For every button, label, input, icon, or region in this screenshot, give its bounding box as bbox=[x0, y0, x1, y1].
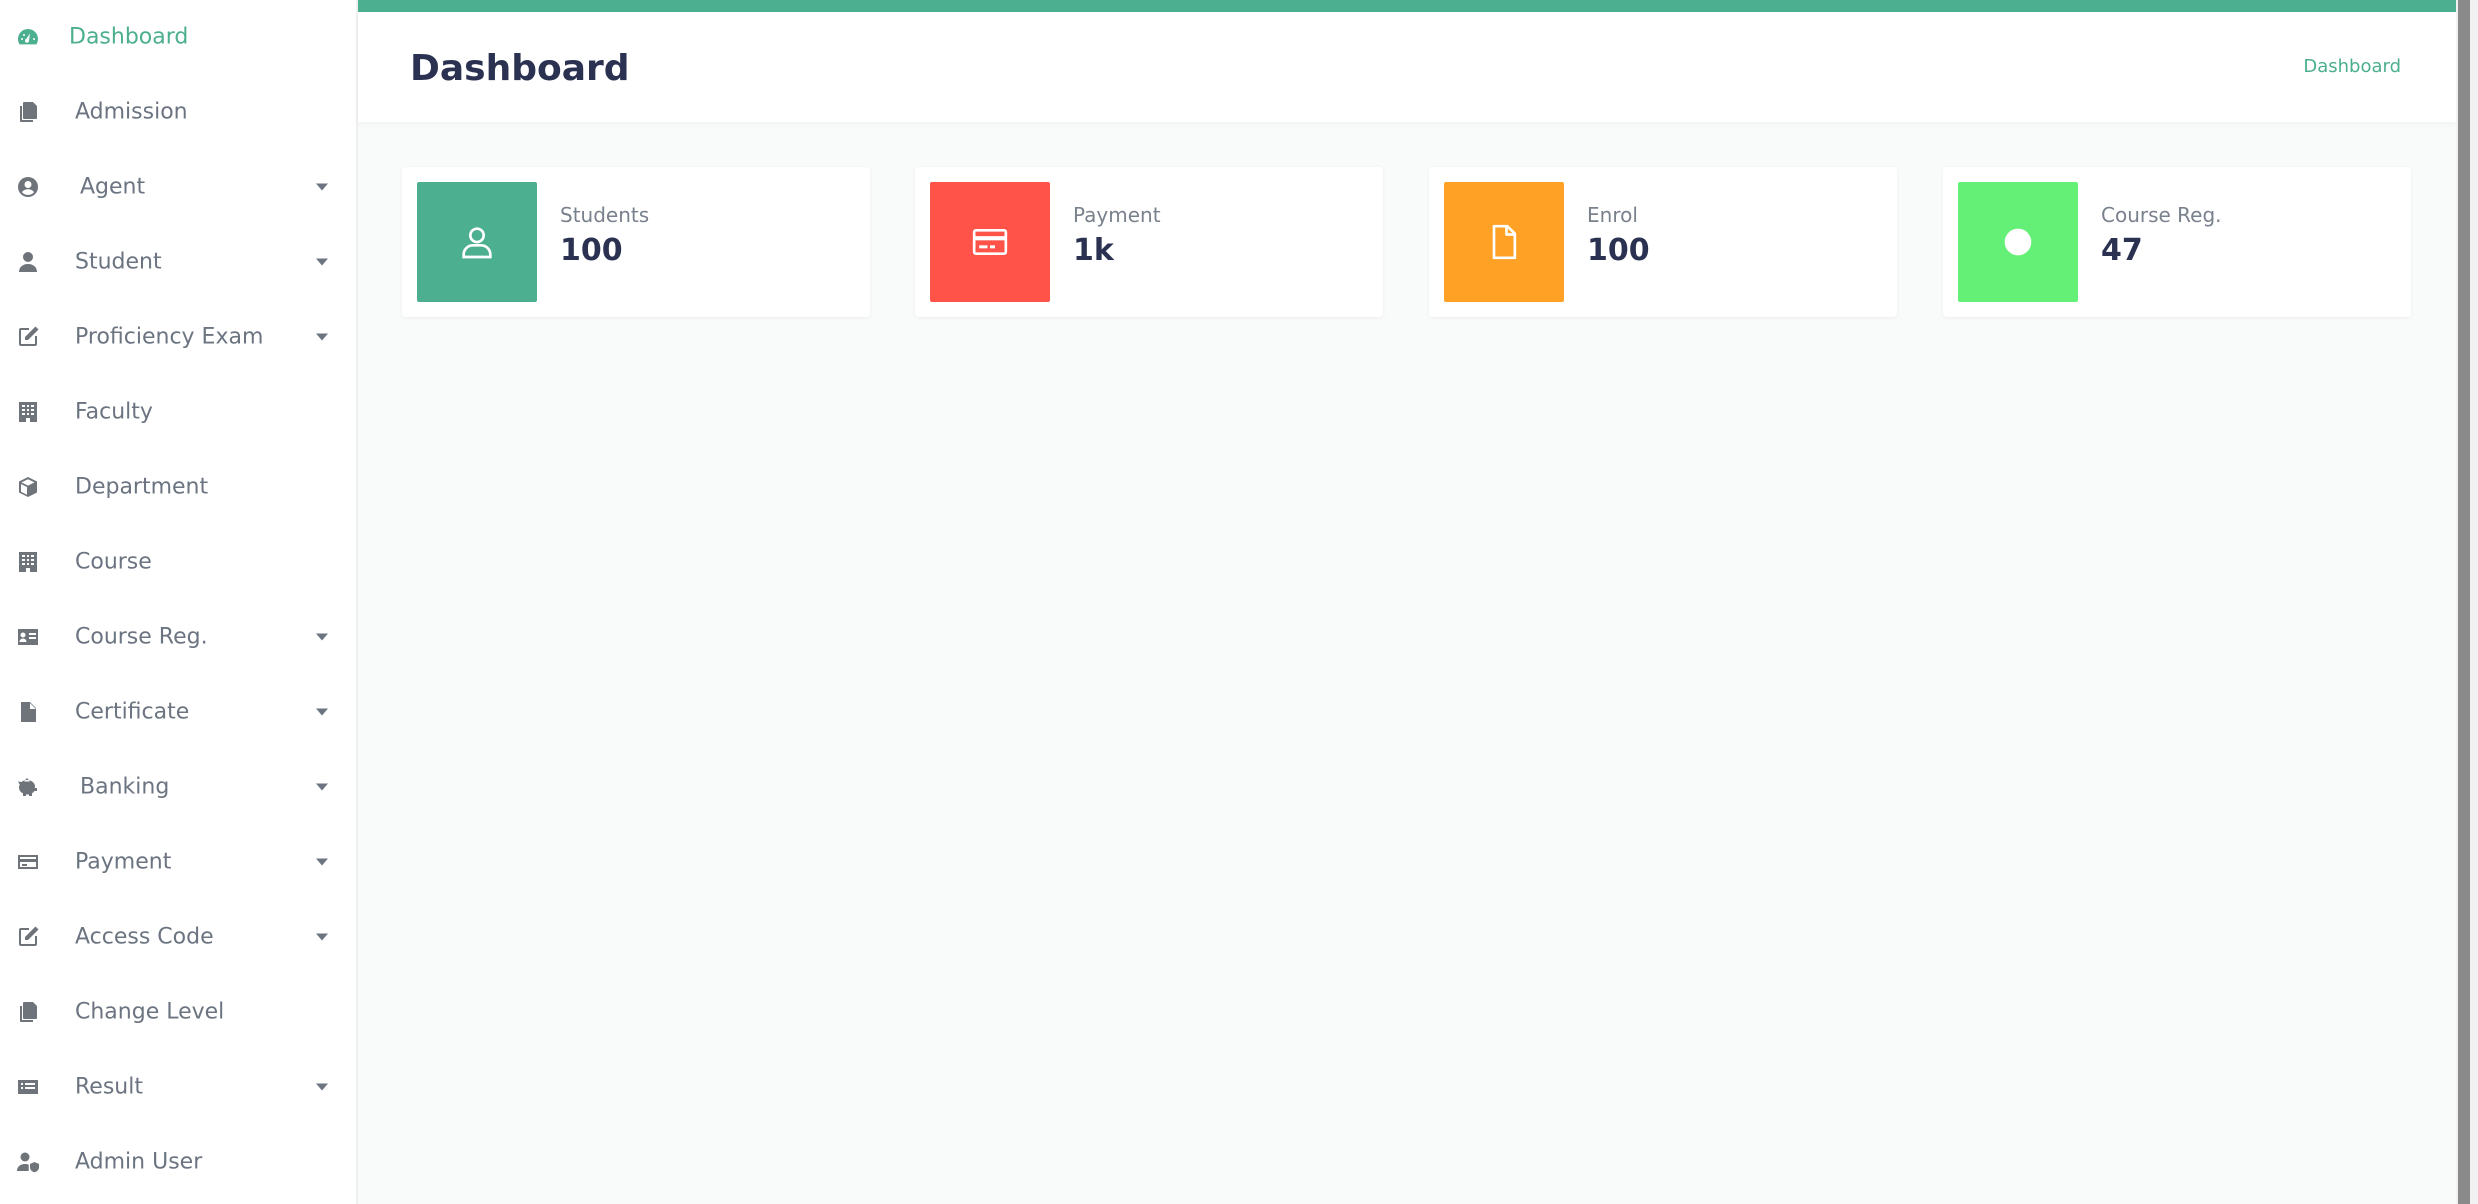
card-label: Course Reg. bbox=[2101, 203, 2222, 227]
sidebar: Dashboard Admission Agent Student Profic… bbox=[0, 0, 358, 1204]
card-icon-box bbox=[1958, 182, 2078, 302]
user-icon bbox=[14, 248, 42, 276]
sidebar-item-course[interactable]: Course bbox=[0, 525, 358, 599]
sidebar-item-course-reg[interactable]: Course Reg. bbox=[0, 600, 358, 674]
sidebar-item-label: Certificate bbox=[75, 699, 190, 725]
sidebar-item-label: Course bbox=[75, 549, 152, 575]
building-icon bbox=[14, 398, 42, 426]
caret-down-icon bbox=[316, 933, 328, 941]
sidebar-item-access-code[interactable]: Access Code bbox=[0, 900, 358, 974]
sidebar-item-proficiency-exam[interactable]: Proficiency Exam bbox=[0, 300, 358, 374]
card-label: Students bbox=[560, 203, 650, 227]
card-icon-box bbox=[417, 182, 537, 302]
card-value: 100 bbox=[560, 233, 623, 268]
copy-icon bbox=[14, 998, 42, 1026]
top-accent-bar bbox=[358, 0, 2456, 12]
id-card-icon bbox=[14, 623, 42, 651]
caret-down-icon bbox=[316, 333, 328, 341]
sidebar-item-department[interactable]: Department bbox=[0, 450, 358, 524]
card-icon-box bbox=[930, 182, 1050, 302]
stat-card-students[interactable]: Students 100 bbox=[402, 167, 870, 317]
list-card-icon bbox=[14, 1073, 42, 1101]
sidebar-item-label: Admin User bbox=[75, 1149, 203, 1175]
sidebar-item-agent[interactable]: Agent bbox=[0, 150, 358, 224]
piggy-bank-icon bbox=[14, 773, 42, 801]
gauge-icon bbox=[14, 23, 42, 51]
caret-down-icon bbox=[316, 1083, 328, 1091]
stat-card-course-reg[interactable]: Course Reg. 47 bbox=[1943, 167, 2411, 317]
edit-icon bbox=[14, 923, 42, 951]
page-scrollbar[interactable] bbox=[2456, 0, 2478, 1204]
user-outline-icon bbox=[462, 227, 492, 259]
sidebar-item-label: Dashboard bbox=[69, 24, 189, 50]
sidebar-item-label: Faculty bbox=[75, 399, 153, 425]
caret-down-icon bbox=[316, 858, 328, 866]
card-label: Payment bbox=[1073, 203, 1161, 227]
caret-down-icon bbox=[316, 258, 328, 266]
caret-down-icon bbox=[316, 633, 328, 641]
card-icon-box bbox=[1444, 182, 1564, 302]
stat-card-enrol[interactable]: Enrol 100 bbox=[1429, 167, 1897, 317]
sidebar-item-label: Course Reg. bbox=[75, 624, 208, 650]
edit-icon bbox=[14, 323, 42, 351]
credit-card-icon bbox=[972, 229, 1008, 255]
scrollbar-thumb[interactable] bbox=[2458, 0, 2470, 1204]
card-label: Enrol bbox=[1587, 203, 1638, 227]
card-value: 100 bbox=[1587, 233, 1650, 268]
sidebar-item-label: Result bbox=[75, 1074, 143, 1100]
credit-card-icon bbox=[14, 848, 42, 876]
sidebar-item-label: Proficiency Exam bbox=[75, 324, 264, 350]
caret-down-icon bbox=[316, 783, 328, 791]
file-icon bbox=[14, 698, 42, 726]
card-value: 47 bbox=[2101, 233, 2143, 268]
sidebar-item-result[interactable]: Result bbox=[0, 1050, 358, 1124]
building-icon bbox=[14, 548, 42, 576]
caret-down-icon bbox=[316, 183, 328, 191]
caret-down-icon bbox=[316, 708, 328, 716]
file-outline-icon bbox=[1492, 224, 1517, 260]
user-circle-icon bbox=[14, 173, 42, 201]
sidebar-item-admission[interactable]: Admission bbox=[0, 75, 358, 149]
sidebar-item-label: Change Level bbox=[75, 999, 225, 1025]
sidebar-item-label: Banking bbox=[80, 774, 170, 800]
sidebar-item-certificate[interactable]: Certificate bbox=[0, 675, 358, 749]
app: Dashboard Admission Agent Student Profic… bbox=[0, 0, 2478, 1204]
copy-icon bbox=[14, 98, 42, 126]
sidebar-item-student[interactable]: Student bbox=[0, 225, 358, 299]
user-shield-icon bbox=[14, 1148, 42, 1176]
page-title: Dashboard bbox=[410, 48, 630, 89]
sidebar-item-label: Department bbox=[75, 474, 209, 500]
cube-icon bbox=[14, 473, 42, 501]
sidebar-item-change-level[interactable]: Change Level bbox=[0, 975, 358, 1049]
sidebar-item-label: Access Code bbox=[75, 924, 214, 950]
page-header: Dashboard Dashboard bbox=[358, 12, 2456, 122]
sidebar-item-label: Admission bbox=[75, 99, 188, 125]
card-value: 1k bbox=[1073, 233, 1114, 268]
sidebar-item-payment[interactable]: Payment bbox=[0, 825, 358, 899]
sidebar-item-dashboard[interactable]: Dashboard bbox=[0, 0, 358, 74]
breadcrumb[interactable]: Dashboard bbox=[2303, 56, 2401, 77]
sidebar-item-label: Student bbox=[75, 249, 162, 275]
circle-icon bbox=[2004, 228, 2032, 256]
sidebar-item-label: Agent bbox=[80, 174, 146, 200]
main-content: Dashboard Dashboard Students 100 Payment… bbox=[358, 0, 2456, 1204]
sidebar-item-banking[interactable]: Banking bbox=[0, 750, 358, 824]
sidebar-item-label: Payment bbox=[75, 849, 172, 875]
sidebar-item-admin-user[interactable]: Admin User bbox=[0, 1125, 358, 1199]
stat-card-payment[interactable]: Payment 1k bbox=[915, 167, 1383, 317]
sidebar-item-faculty[interactable]: Faculty bbox=[0, 375, 358, 449]
